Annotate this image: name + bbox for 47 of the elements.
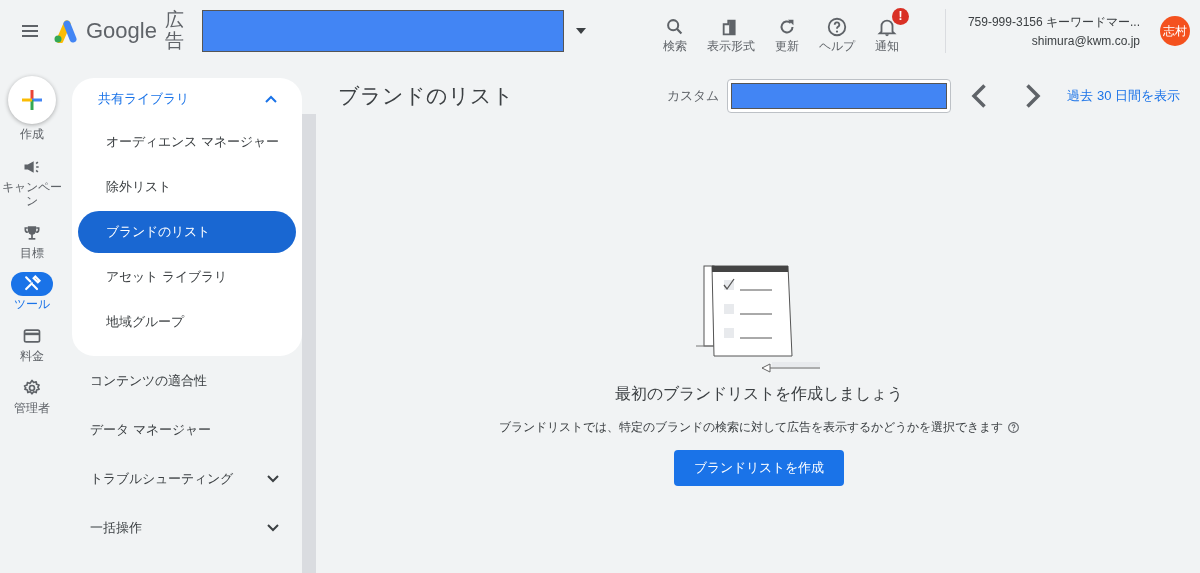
chevron-down-icon — [266, 522, 280, 533]
sidebar-item[interactable]: トラブルシューティング — [72, 454, 302, 503]
date-range-label: カスタム — [667, 87, 720, 105]
caret-icon[interactable] — [575, 28, 586, 34]
sidebar-item[interactable]: 一括操作 — [72, 503, 302, 552]
redacted-date-range-field[interactable] — [727, 79, 952, 113]
toolbar-button[interactable]: 更新 — [764, 7, 809, 55]
help-icon — [825, 15, 848, 38]
nav-item[interactable]: 管理者 — [7, 376, 57, 416]
empty-state-heading: 最初のブランドリストを作成しましょう — [615, 384, 903, 404]
logo-icon — [52, 19, 78, 43]
create-label: 作成 — [20, 126, 44, 143]
empty-state-description: ブランドリストでは、特定のブランドの検索に対して広告を表示するかどうかを選択できます — [498, 419, 1003, 436]
nav-label: 管理者 — [13, 402, 51, 416]
page-title: ブランドのリスト — [338, 83, 514, 109]
sidebar-item[interactable]: 地域グループ — [78, 301, 296, 343]
sidebar-item[interactable]: ブランドのリスト — [78, 211, 296, 253]
toolbar-button[interactable]: 通知 ! — [864, 7, 909, 55]
toolbar-button[interactable]: 表示形式 — [696, 7, 765, 55]
sidebar-group-header[interactable]: 共有ライブラリ — [78, 80, 296, 118]
plus-icon — [20, 88, 44, 112]
toolbar-button[interactable]: 検索 — [652, 7, 697, 55]
nav-label: キャンペーン — [2, 181, 62, 209]
chevron-down-icon — [266, 473, 280, 484]
sidebar-item[interactable]: オーディエンス マネージャー — [78, 121, 296, 163]
nav-label: 料金 — [19, 350, 45, 364]
toolbar-button[interactable]: ヘルプ — [808, 7, 865, 55]
logo-text: Google — [86, 18, 157, 44]
account-id: 759-999-3156 キーワードマー... — [967, 14, 1140, 31]
notification-badge: ! — [891, 7, 909, 25]
create-button[interactable] — [8, 76, 56, 124]
account-email: shimura@kwm.co.jp — [1031, 34, 1140, 48]
nav-item[interactable]: 料金 — [7, 324, 57, 364]
product-name: 広告 — [164, 10, 184, 52]
nav-item[interactable]: 目標 — [7, 220, 57, 261]
nav-label: 目標 — [19, 246, 45, 261]
create-brand-list-button[interactable]: ブランドリストを作成 — [674, 450, 844, 486]
sidebar-item[interactable]: データ マネージャー — [72, 405, 302, 454]
sidebar-item[interactable]: アセット ライブラリ — [78, 256, 296, 298]
chevron-icon — [264, 94, 278, 104]
scrollbar[interactable] — [302, 114, 316, 573]
help-icon — [1006, 421, 1020, 434]
sidebar-item[interactable]: 除外リスト — [78, 166, 296, 208]
date-range-link[interactable]: 過去 30 日間を表示 — [1067, 87, 1180, 105]
avatar[interactable]: 志村 — [1160, 16, 1190, 46]
sidebar-item[interactable]: コンテンツの適合性 — [72, 356, 302, 405]
nav-label: ツール — [13, 298, 51, 313]
